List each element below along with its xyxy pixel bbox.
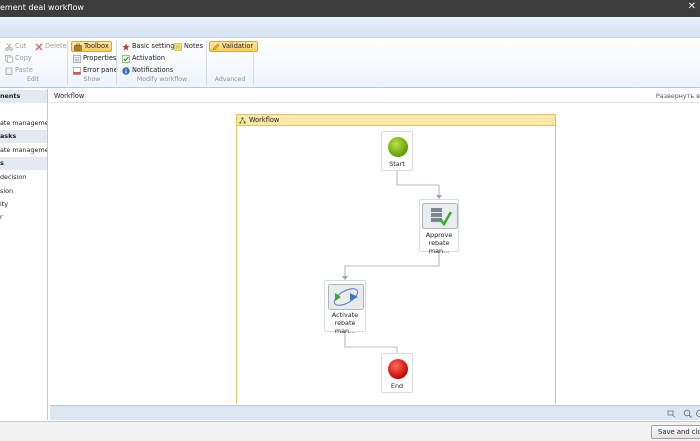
show-group-label: Show	[83, 76, 101, 83]
approve-node-label-1: Approve	[425, 231, 453, 239]
workflow-container[interactable]: Workflow Start Approve rebate man... Act…	[236, 114, 556, 404]
component-item[interactable]: ity	[0, 198, 47, 211]
advanced-group-label: Advanced	[214, 76, 246, 83]
edit-group-label: Edit	[27, 76, 39, 83]
paste-label: Paste	[15, 66, 33, 74]
activate-task-node[interactable]: Activate rebate man...	[324, 280, 366, 335]
note-icon	[174, 42, 182, 51]
copy-label: Copy	[15, 54, 32, 62]
notes-button[interactable]: Notes	[172, 41, 205, 52]
delete-label: Delete	[45, 42, 67, 50]
error-pane-button[interactable]: Error pane	[71, 65, 120, 76]
copy-icon	[5, 54, 13, 63]
approval-task-icon	[422, 203, 458, 229]
connector-start-approve	[396, 171, 440, 197]
quick-access-band	[0, 17, 700, 38]
scissors-icon	[5, 42, 13, 51]
save-and-close-button[interactable]: Save and close	[651, 425, 700, 439]
component-item[interactable]: ate management	[0, 117, 47, 130]
cut-label: Cut	[15, 42, 27, 50]
overview-icon[interactable]	[695, 409, 700, 418]
notifications-label: Notifications	[132, 66, 174, 74]
component-item[interactable]: ate management d	[0, 144, 47, 157]
start-circle-icon	[388, 137, 408, 157]
components-header: nents	[0, 90, 47, 103]
copy-button[interactable]: Copy	[3, 53, 34, 64]
activate-node-label-2: rebate man...	[334, 319, 356, 335]
tasks-header: asks	[0, 130, 47, 143]
workflow-pane-header: Workflow Развернуть в	[50, 89, 700, 103]
activate-node-label-1: Activate	[331, 311, 359, 319]
start-node[interactable]: Start	[381, 131, 413, 171]
activation-button[interactable]: Activation	[120, 53, 167, 64]
expand-link[interactable]: Развернуть в	[656, 92, 700, 100]
paste-button[interactable]: Paste	[3, 65, 35, 76]
workflow-pane-title: Workflow	[54, 92, 85, 100]
ribbon: Cut Delete Copy Paste Edit Toolbox Prope…	[0, 38, 700, 88]
toolbox-icon	[74, 43, 82, 51]
properties-icon	[73, 54, 81, 63]
notifications-button[interactable]: Notifications	[120, 65, 175, 76]
modify-workflow-group-label: Modify workflow	[136, 76, 188, 83]
component-item[interactable]: sion	[0, 185, 47, 198]
designer-status-bar	[50, 405, 700, 420]
notes-label: Notes	[184, 42, 204, 50]
group-separator	[253, 41, 254, 85]
properties-button[interactable]: Properties	[71, 53, 118, 64]
approve-node-label-2: rebate man...	[428, 239, 450, 255]
properties-label: Properties	[83, 54, 117, 62]
close-icon[interactable]: ✕	[688, 1, 696, 12]
section-header: s	[0, 157, 47, 170]
window-title: ement deal workflow	[0, 3, 84, 12]
validation-button[interactable]: Validation	[209, 41, 258, 52]
paste-icon	[5, 66, 13, 75]
approve-task-node[interactable]: Approve rebate man...	[419, 199, 459, 255]
toolbox-label: Toolbox	[84, 42, 109, 50]
connector-approve-activate	[344, 252, 440, 278]
validation-pencil-icon	[212, 42, 220, 50]
info-icon	[122, 66, 130, 75]
cut-button[interactable]: Cut	[3, 41, 28, 52]
activation-icon	[122, 54, 130, 63]
zoom-icon[interactable]	[683, 409, 692, 418]
components-panel: nents ate management asks ate management…	[0, 89, 48, 420]
component-item[interactable]: decision	[0, 171, 47, 184]
toolbox-button[interactable]: Toolbox	[71, 41, 112, 52]
end-circle-icon	[388, 359, 408, 379]
delete-button[interactable]: Delete	[33, 41, 69, 52]
end-node-label: End	[390, 382, 404, 390]
title-bar: ement deal workflow ✕	[0, 0, 700, 17]
end-node[interactable]: End	[381, 353, 413, 393]
delete-x-icon	[35, 43, 43, 50]
error-pane-icon	[73, 66, 81, 75]
start-node-label: Start	[389, 160, 405, 168]
basic-settings-button[interactable]: Basic settings	[120, 41, 180, 52]
bottom-bar: Save and close	[0, 421, 700, 441]
star-settings-icon	[122, 42, 130, 51]
automated-task-icon	[328, 284, 364, 310]
fit-to-screen-icon[interactable]	[667, 409, 676, 418]
activation-label: Activation	[132, 54, 166, 62]
error-pane-label: Error pane	[83, 66, 118, 74]
basic-settings-label: Basic settings	[132, 42, 178, 50]
component-item[interactable]: r	[0, 211, 47, 224]
validation-label: Validation	[222, 42, 255, 50]
workflow-canvas[interactable]: Workflow Start Approve rebate man... Act…	[50, 104, 700, 404]
